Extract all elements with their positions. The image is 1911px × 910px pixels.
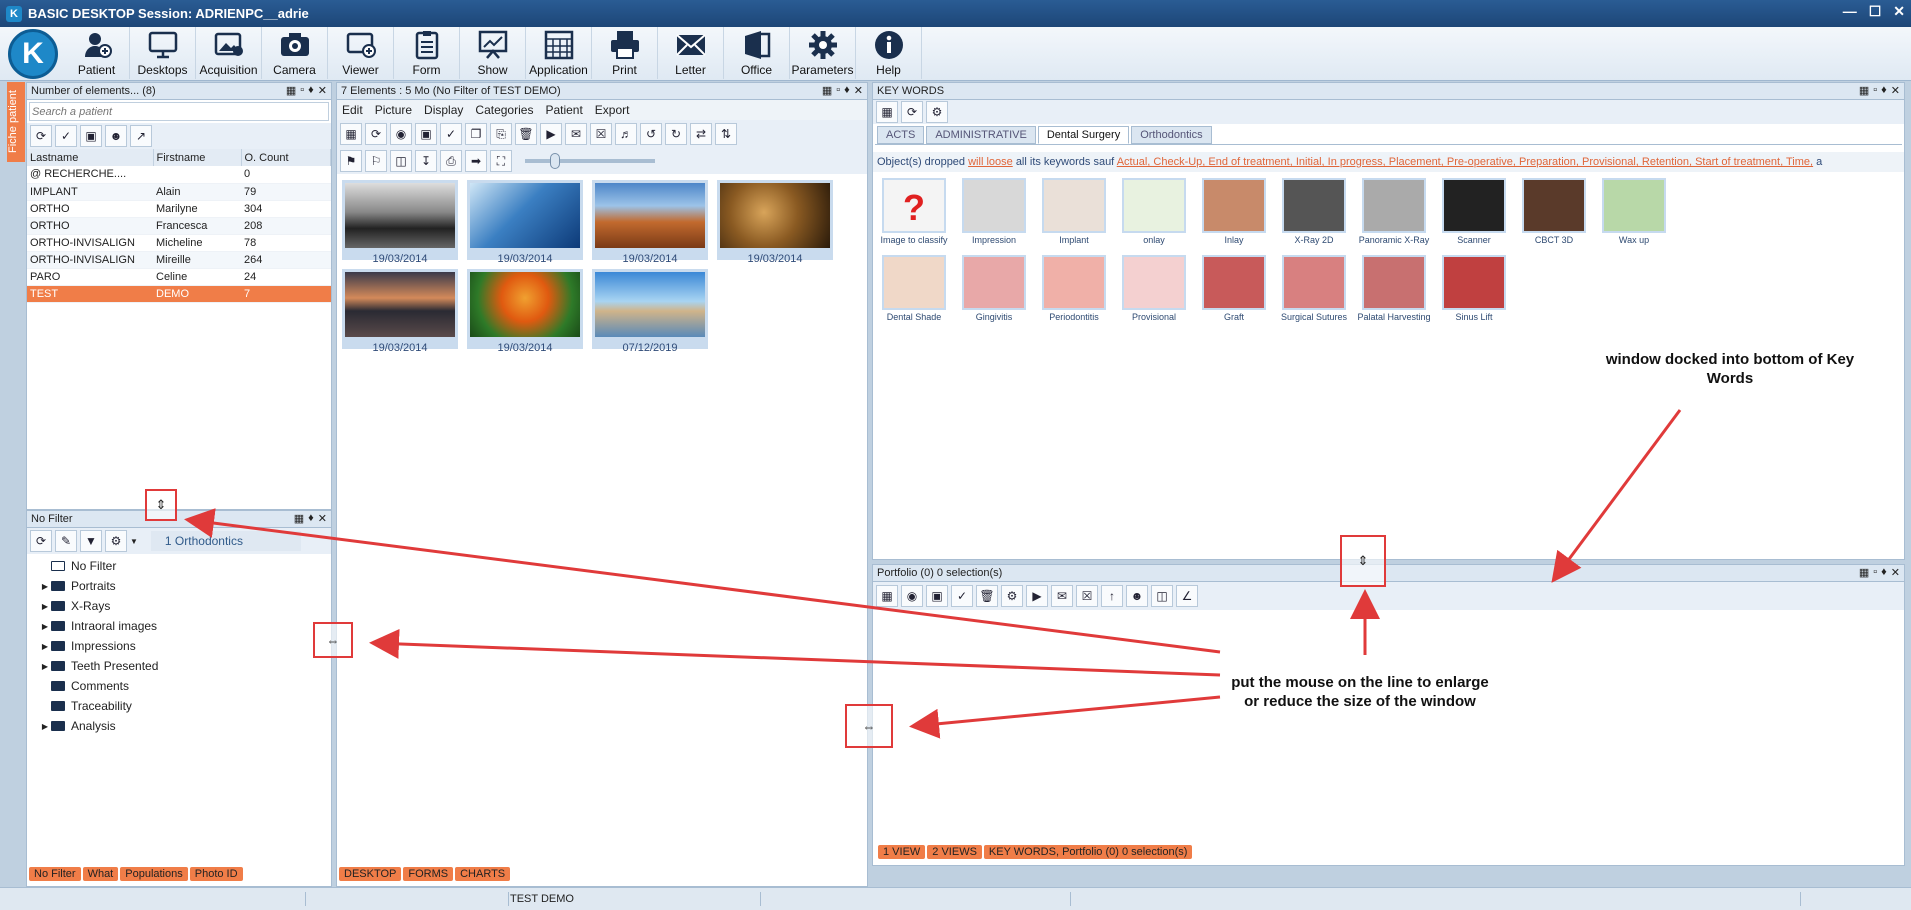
annotation-arrows <box>184 409 1682 739</box>
arrow-to-middle-splitter <box>909 695 1221 739</box>
status-divider <box>760 892 761 906</box>
status-divider <box>305 892 306 906</box>
status-divider <box>1070 892 1071 906</box>
status-divider <box>508 892 509 906</box>
status-bar: TEST DEMO <box>0 887 1911 910</box>
arrow-to-left-splitter <box>184 508 1221 654</box>
annotation-resize-note: put the mouse on the line to enlarge or … <box>1231 674 1489 710</box>
status-divider <box>1800 892 1801 906</box>
status-patient: TEST DEMO <box>510 893 574 905</box>
annotation-docked-note: window docked into bottom of Key Words <box>1605 351 1855 387</box>
arrow-to-docked-window <box>1551 409 1682 583</box>
arrow-to-vertical-splitter <box>369 628 1221 677</box>
